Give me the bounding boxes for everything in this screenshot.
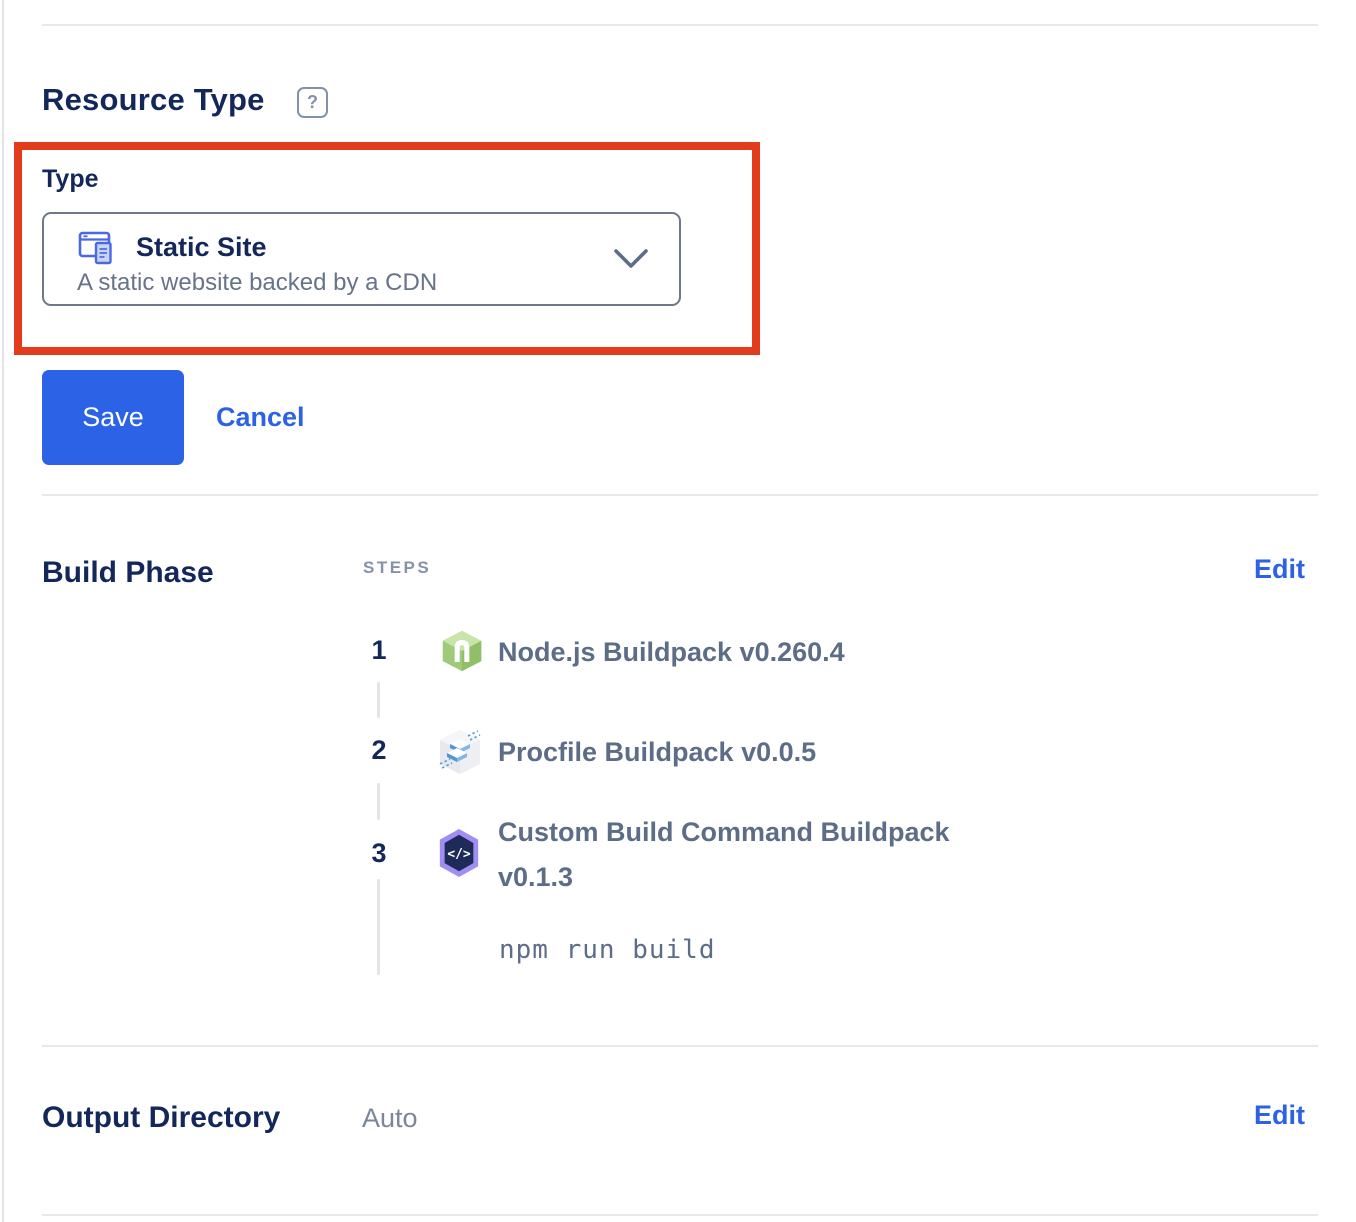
cancel-button[interactable]: Cancel bbox=[216, 370, 305, 465]
save-button[interactable]: Save bbox=[42, 370, 184, 465]
output-directory-title: Output Directory bbox=[42, 1101, 280, 1135]
steps-column-header: STEPS bbox=[363, 558, 431, 578]
output-directory-edit-link[interactable]: Edit bbox=[1254, 1100, 1305, 1131]
build-command: npm run build bbox=[499, 935, 716, 965]
step-label: Procfile Buildpack v0.0.5 bbox=[498, 737, 816, 768]
section-divider bbox=[42, 1214, 1318, 1216]
step-connector-line bbox=[377, 879, 380, 975]
step-label-version: v0.1.3 bbox=[498, 862, 573, 893]
procfile-buildpack-icon bbox=[434, 724, 486, 780]
resource-type-select[interactable]: Static Site A static website backed by a… bbox=[42, 212, 681, 306]
app-settings-page: Resource Type ? Type Static Site A stati… bbox=[0, 0, 1356, 1222]
output-directory-value: Auto bbox=[362, 1103, 418, 1134]
select-description: A static website backed by a CDN bbox=[77, 269, 651, 297]
svg-text:</>: </> bbox=[447, 847, 471, 862]
panel-left-border bbox=[2, 0, 4, 1222]
step-number: 1 bbox=[366, 635, 392, 666]
section-divider bbox=[42, 1045, 1318, 1047]
step-label: Custom Build Command Buildpack bbox=[498, 817, 950, 848]
section-divider bbox=[42, 494, 1318, 496]
step-label: Node.js Buildpack v0.260.4 bbox=[498, 637, 845, 668]
build-phase-edit-link[interactable]: Edit bbox=[1254, 554, 1305, 585]
chevron-down-icon bbox=[613, 248, 649, 270]
help-icon[interactable]: ? bbox=[297, 87, 328, 118]
build-phase-title: Build Phase bbox=[42, 556, 214, 590]
type-label: Type bbox=[42, 165, 99, 194]
static-site-icon bbox=[77, 227, 117, 267]
step-number: 3 bbox=[366, 838, 392, 869]
custom-build-command-buildpack-icon: </> bbox=[436, 828, 482, 878]
step-connector-line bbox=[377, 682, 380, 718]
select-value: Static Site bbox=[136, 232, 267, 263]
resource-type-title: Resource Type bbox=[42, 82, 265, 118]
nodejs-buildpack-icon bbox=[440, 627, 484, 675]
step-connector-line bbox=[377, 783, 380, 820]
step-number: 2 bbox=[366, 735, 392, 766]
section-divider bbox=[42, 24, 1318, 26]
